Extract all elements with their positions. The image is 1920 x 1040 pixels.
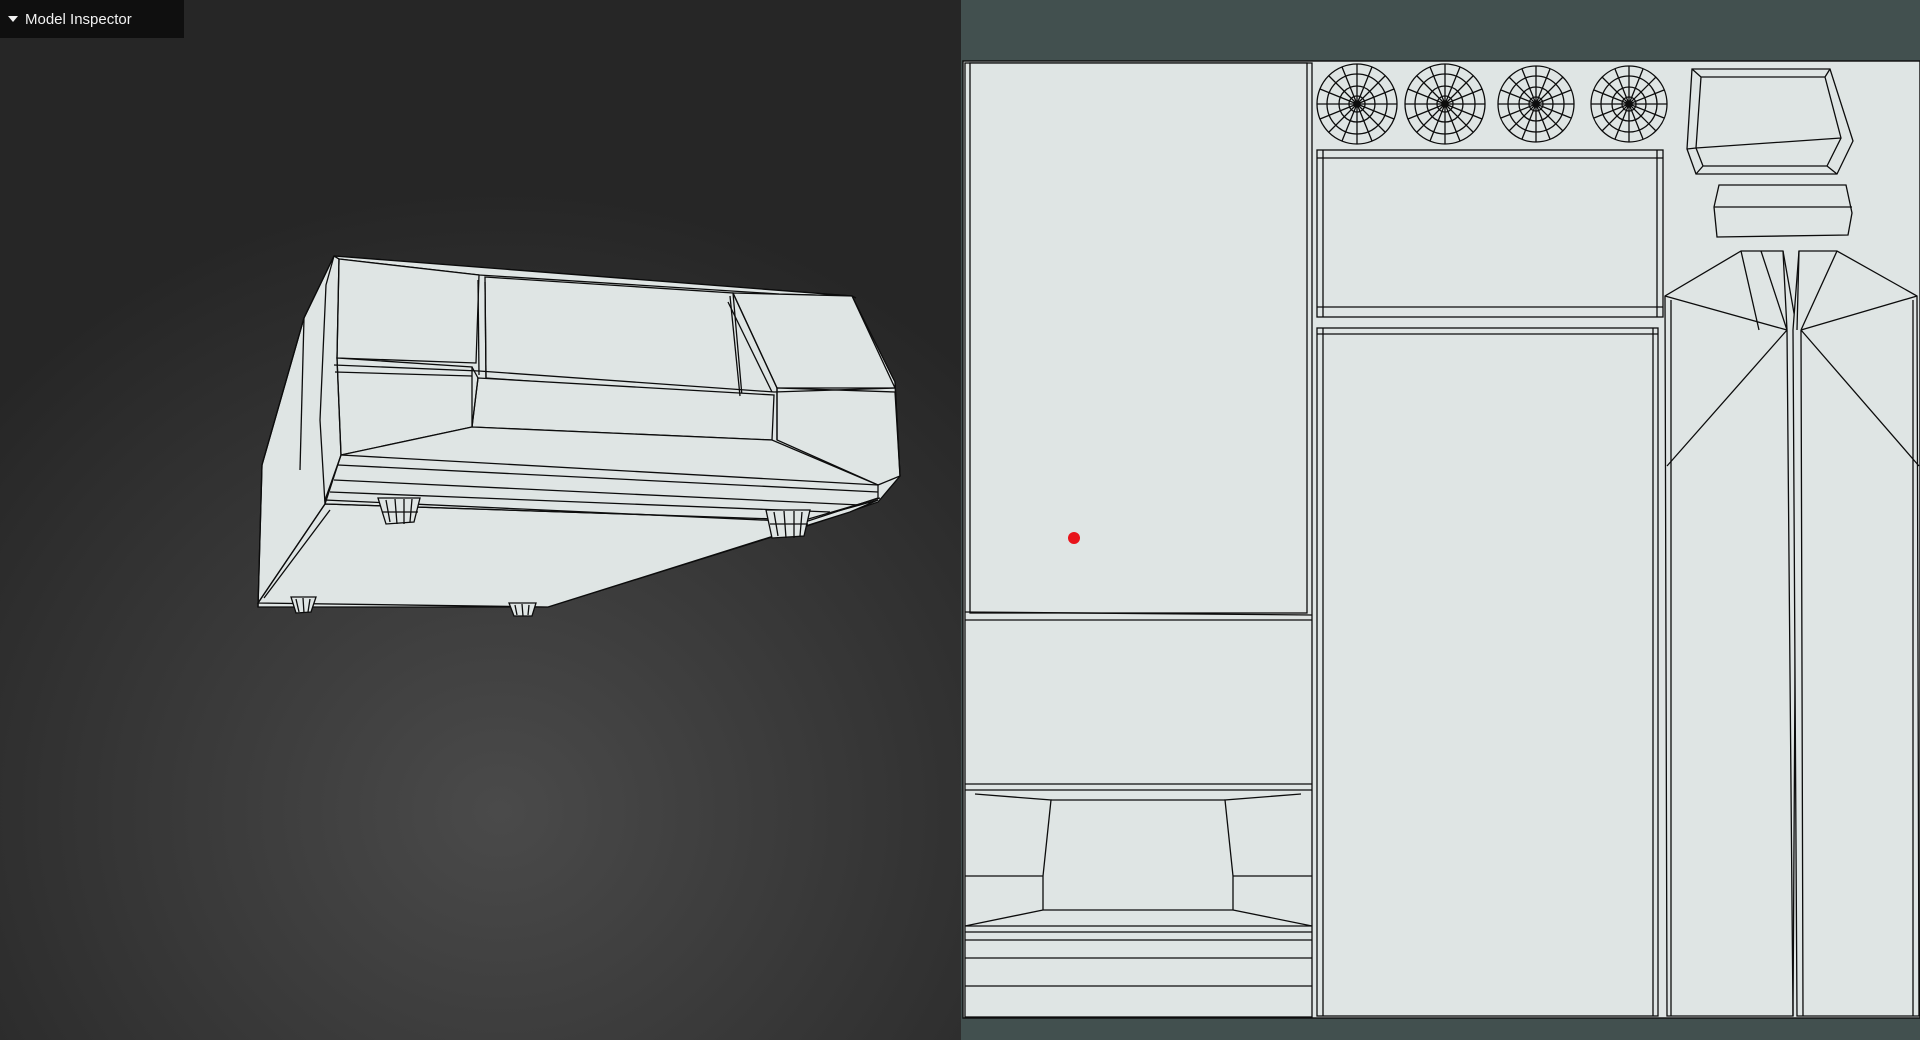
3d-viewport[interactable]: Model Inspector: [0, 0, 961, 1040]
triangle-down-icon: [8, 16, 18, 22]
uv-island-left-column: [964, 62, 1313, 1018]
sofa-back-cushion: [484, 276, 743, 397]
uv-selection-point[interactable]: [1068, 532, 1080, 544]
model-inspector-toggle[interactable]: Model Inspector: [0, 0, 184, 38]
model-inspector-title: Model Inspector: [25, 10, 132, 28]
sofa-mesh-wireframe[interactable]: [0, 0, 961, 1040]
uv-island-middle-top: [1316, 149, 1664, 318]
uv-editor-panel[interactable]: [961, 0, 1920, 1040]
uv-island-right-strips: [1664, 250, 1920, 1017]
uv-layout[interactable]: [961, 0, 1920, 1040]
uv-island-middle-tall: [1316, 327, 1659, 1017]
sofa-left-arm: [336, 258, 480, 364]
